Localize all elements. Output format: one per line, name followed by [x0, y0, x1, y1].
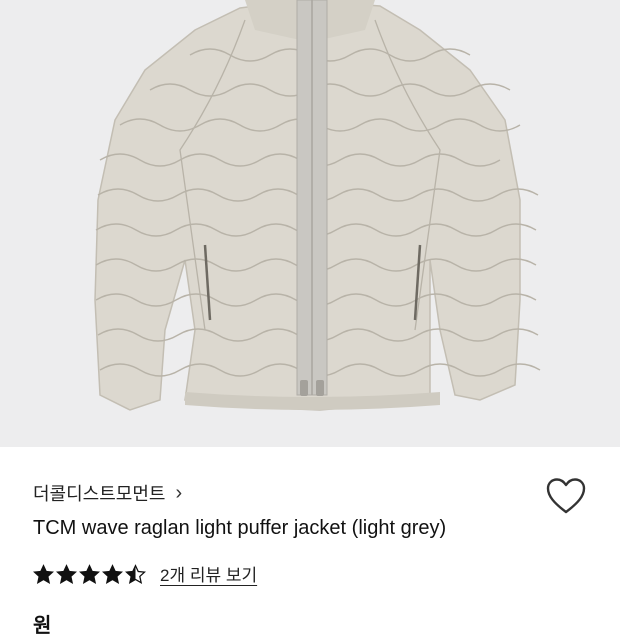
star-icon	[33, 563, 54, 584]
wishlist-button[interactable]	[546, 477, 586, 515]
heart-outline-icon	[546, 478, 586, 514]
brand-link[interactable]: 더콜디스트모먼트 ›	[33, 480, 182, 506]
star-rating	[33, 563, 148, 584]
jacket-illustration	[94, 0, 541, 411]
rating-row: 2개 리뷰 보기	[33, 561, 257, 586]
product-image[interactable]	[0, 0, 620, 447]
star-icon	[125, 563, 146, 584]
brand-name: 더콜디스트모먼트	[33, 484, 166, 504]
star-icon	[79, 563, 100, 584]
star-icon	[102, 563, 123, 584]
product-title: TCM wave raglan light puffer jacket (lig…	[33, 517, 447, 539]
chevron-right-icon: ›	[175, 482, 183, 504]
review-link[interactable]: 2개 리뷰 보기	[160, 561, 257, 586]
price: 원	[33, 615, 52, 637]
star-icon	[56, 563, 77, 584]
